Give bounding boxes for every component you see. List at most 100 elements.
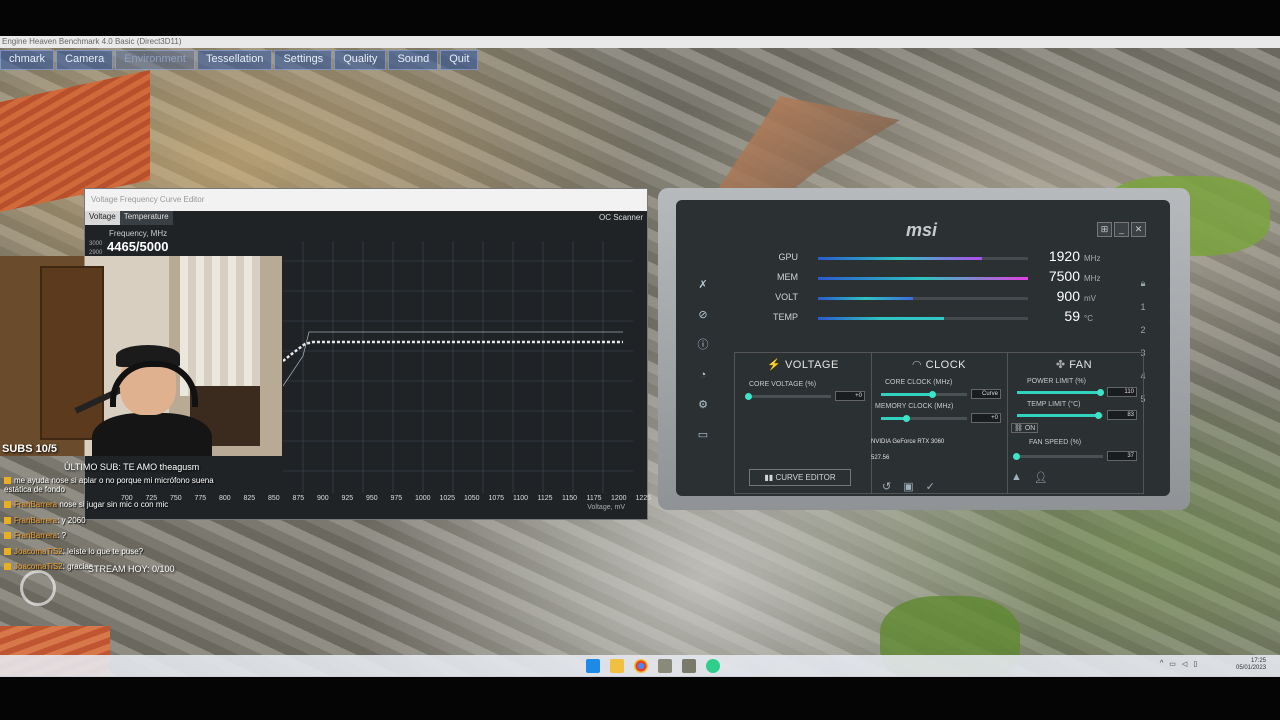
slider-knob[interactable]: [903, 415, 910, 422]
file-explorer-icon[interactable]: [610, 659, 624, 673]
fan-icon: ✤: [1055, 359, 1066, 371]
auto-icon[interactable]: ▲: [1011, 471, 1022, 484]
windows-start-icon[interactable]: [586, 659, 600, 673]
link-toggle[interactable]: ⛓ ON: [1011, 423, 1039, 433]
fan-speed-slider[interactable]: [1013, 453, 1103, 460]
x-tick: 975: [390, 495, 403, 502]
x-tick: 1025: [439, 495, 456, 502]
apply-icon[interactable]: ✓: [926, 480, 935, 493]
menu-environment[interactable]: Environment: [115, 50, 195, 70]
save-icon[interactable]: ▣: [903, 480, 913, 493]
power-limit-slider[interactable]: [1017, 389, 1104, 396]
mem-bar: [818, 277, 1028, 280]
battery-icon[interactable]: ▯: [1193, 660, 1197, 668]
taskbar-apps: [586, 659, 720, 673]
core-voltage-label: CORE VOLTAGE (%): [749, 381, 817, 388]
network-icon[interactable]: ▭: [1169, 660, 1176, 668]
menu-quit[interactable]: Quit: [440, 50, 479, 70]
oc-scanner-icon[interactable]: ◔: [696, 368, 710, 382]
minimize-icon[interactable]: _: [1114, 222, 1129, 237]
x-tick: 1125: [537, 495, 553, 502]
lock-icon[interactable]: 🔒︎: [1136, 278, 1150, 289]
action-buttons: ↺ ▣ ✓: [882, 480, 935, 493]
core-clock-value[interactable]: Curve: [971, 389, 1001, 399]
slider-knob[interactable]: [745, 393, 752, 400]
x-tick: 1050: [464, 495, 480, 502]
slider-knob[interactable]: [1097, 389, 1104, 396]
menu-settings[interactable]: Settings: [274, 50, 333, 70]
info-icon[interactable]: ⓘ: [696, 338, 710, 352]
mem-value: 7500: [1048, 268, 1080, 284]
menu-benchmark[interactable]: chmark: [0, 50, 55, 70]
fan-speed-label: FAN SPEED (%): [1029, 439, 1082, 446]
x-tick: 1075: [488, 495, 505, 502]
x-tick: 1100: [513, 495, 529, 502]
chrome-icon[interactable]: [634, 659, 648, 673]
window-controls: ⊞ _ ✕: [1097, 222, 1146, 237]
fan-speed-value[interactable]: 37: [1107, 451, 1137, 461]
x-tick: 950: [366, 495, 378, 502]
temp-value: 59: [1064, 308, 1080, 324]
windows-icon[interactable]: ⊞: [1097, 222, 1112, 237]
webcam-overlay: [0, 256, 282, 456]
badge-icon: [4, 501, 11, 509]
monitor-icon[interactable]: ▭: [696, 428, 710, 442]
temp-bar: [818, 317, 1028, 320]
oc-scanner-button[interactable]: OC Scanner: [599, 213, 643, 222]
temp-limit-slider[interactable]: [1017, 412, 1103, 419]
tab-voltage[interactable]: Voltage: [85, 211, 120, 225]
last-sub-label: ÚLTIMO SUB: TE AMO theagusm: [64, 462, 200, 472]
badge-icon: [4, 516, 11, 524]
app-icon[interactable]: [658, 659, 672, 673]
reset-icon[interactable]: ↺: [882, 480, 891, 493]
menu-camera[interactable]: Camera: [56, 50, 114, 70]
menu-quality[interactable]: Quality: [334, 50, 387, 70]
fan-auto-buttons: ▲ 👤︎: [1011, 471, 1048, 484]
x-tick: 825: [243, 495, 256, 502]
msi-logo: msi: [906, 220, 938, 240]
temp-unit: °C: [1084, 314, 1093, 323]
memory-clock-value[interactable]: +0: [971, 413, 1001, 423]
app-icon[interactable]: [706, 659, 720, 673]
temp-limit-value[interactable]: 83: [1107, 410, 1137, 420]
voltage-title: ⚡ VOLTAGE: [767, 359, 839, 371]
x-tick: 1175: [586, 495, 602, 502]
menu-tessellation[interactable]: Tessellation: [196, 50, 273, 70]
close-icon[interactable]: ✕: [1131, 222, 1146, 237]
kboost-icon[interactable]: ✗: [696, 278, 710, 292]
app-icon[interactable]: [682, 659, 696, 673]
slider-knob[interactable]: [1013, 453, 1020, 460]
profile-2[interactable]: 2: [1136, 325, 1150, 335]
menu-sound[interactable]: Sound: [388, 50, 439, 70]
mem-label: MEM: [777, 272, 798, 282]
slider-knob[interactable]: [929, 391, 936, 398]
settings-icon[interactable]: ⚙: [696, 398, 710, 412]
fan-section: ✤ FAN POWER LIMIT (%) 110 TEMP LIMIT (°C…: [1007, 353, 1141, 493]
power-limit-label: POWER LIMIT (%): [1027, 378, 1086, 385]
memory-clock-slider[interactable]: [881, 415, 967, 422]
core-clock-label: CORE CLOCK (MHz): [885, 379, 953, 386]
gpu-unit: MHz: [1084, 254, 1101, 263]
core-voltage-slider[interactable]: [745, 393, 831, 400]
vf-curve-plot[interactable]: [283, 241, 633, 493]
taskbar-clock[interactable]: 17:25 05/01/2023: [1236, 658, 1266, 672]
core-clock-slider[interactable]: [881, 391, 967, 398]
curve-editor-button[interactable]: ▮▮ CURVE EDITOR: [749, 469, 851, 486]
power-limit-value[interactable]: 110: [1107, 387, 1137, 397]
afterburner-body: msi ⊞ _ ✕ GPU 1920 MHz MEM 7500 MHz VOLT…: [676, 200, 1170, 496]
chat-message: FranBarrera: ?: [4, 528, 234, 544]
x-tick: 850: [268, 495, 280, 502]
tab-temperature[interactable]: Temperature: [119, 211, 173, 225]
slider-knob[interactable]: [1095, 412, 1102, 419]
chat-message: me ayuda nose si aplar o no porque mi mi…: [4, 476, 214, 494]
x-tick: 875: [292, 495, 305, 502]
volume-icon[interactable]: ◁: [1182, 660, 1187, 668]
oc-icon[interactable]: ⊘: [696, 308, 710, 322]
chart-icon: ▮▮: [764, 473, 774, 482]
lightning-icon: ⚡: [767, 359, 782, 371]
user-icon[interactable]: 👤︎: [1034, 471, 1048, 484]
driver-version: 527.56: [871, 455, 890, 461]
profile-1[interactable]: 1: [1136, 302, 1150, 312]
chevron-up-icon[interactable]: ^: [1160, 660, 1163, 668]
core-voltage-value[interactable]: +0: [835, 391, 865, 401]
